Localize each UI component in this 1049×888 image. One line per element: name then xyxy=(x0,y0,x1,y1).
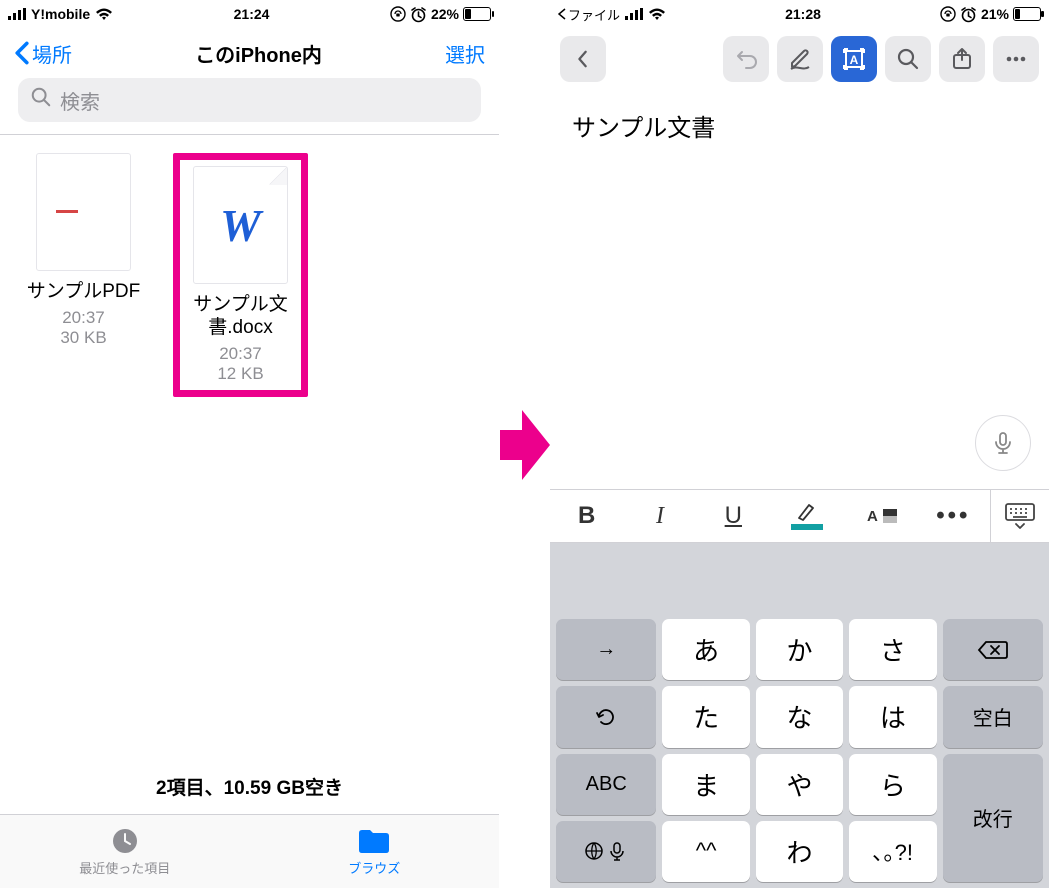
battery-icon xyxy=(1013,7,1041,21)
bold-button[interactable]: B xyxy=(550,490,623,542)
file-name: サンプルPDF xyxy=(27,281,140,304)
file-time: 20:37 xyxy=(219,344,262,364)
dictation-button[interactable] xyxy=(975,415,1031,471)
back-label: 場所 xyxy=(32,39,72,68)
key-caret[interactable]: ^^ xyxy=(662,821,749,882)
pdf-thumbnail-icon xyxy=(36,153,131,271)
tab-label: ブラウズ xyxy=(348,858,400,877)
tab-recent[interactable]: 最近使った項目 xyxy=(0,815,250,888)
page-title: このiPhone内 xyxy=(195,39,322,68)
document-text: サンプル文書 xyxy=(572,108,1027,143)
battery-icon xyxy=(463,7,491,21)
nav-header: 場所 このiPhone内 選択 xyxy=(0,28,499,78)
key-ka[interactable]: か xyxy=(756,619,843,680)
files-app-screen: Y!mobile 21:24 22% 場所 このiPhone内 選択 xyxy=(0,0,499,888)
file-size: 12 KB xyxy=(217,364,263,384)
file-size: 30 KB xyxy=(60,328,106,348)
search-icon xyxy=(30,86,52,114)
key-punct[interactable]: ､｡?! xyxy=(849,821,936,882)
select-button[interactable]: 選択 xyxy=(445,39,485,68)
format-more-button[interactable]: ••• xyxy=(917,490,990,542)
status-bar: Y!mobile 21:24 22% xyxy=(0,0,499,28)
svg-text:A: A xyxy=(850,53,859,67)
key-ha[interactable]: は xyxy=(849,686,936,747)
status-bar: ファイル 21:28 21% xyxy=(550,0,1049,28)
back-app-label: ファイル xyxy=(568,5,620,24)
italic-button[interactable]: I xyxy=(623,490,696,542)
storage-status: 2項目、10.59 GB空き xyxy=(0,759,499,814)
carrier-label: Y!mobile xyxy=(31,6,90,22)
rotation-lock-icon xyxy=(940,6,956,22)
search-placeholder: 検索 xyxy=(60,86,100,115)
key-ta[interactable]: た xyxy=(662,686,749,747)
tab-browse[interactable]: ブラウズ xyxy=(250,815,500,888)
alarm-icon xyxy=(410,6,427,23)
key-ra[interactable]: ら xyxy=(849,754,936,815)
underline-button[interactable]: U xyxy=(697,490,770,542)
layout-button[interactable]: A xyxy=(831,36,877,82)
key-a[interactable]: あ xyxy=(662,619,749,680)
font-color-icon: A xyxy=(862,506,880,526)
key-backspace[interactable] xyxy=(943,619,1043,680)
key-globe-mic[interactable] xyxy=(556,821,656,882)
search-input[interactable]: 検索 xyxy=(18,78,481,122)
file-name: サンプル文書.docx xyxy=(184,294,297,340)
battery-percent: 21% xyxy=(981,6,1009,22)
key-sa[interactable]: さ xyxy=(849,619,936,680)
key-ya[interactable]: や xyxy=(756,754,843,815)
file-time: 20:37 xyxy=(62,308,105,328)
key-ma[interactable]: ま xyxy=(662,754,749,815)
status-time: 21:24 xyxy=(234,6,270,22)
wifi-icon xyxy=(648,7,666,21)
highlighter-icon xyxy=(795,502,819,522)
tab-bar: 最近使った項目 ブラウズ xyxy=(0,814,499,888)
key-na[interactable]: な xyxy=(756,686,843,747)
back-to-app-button[interactable]: ファイル xyxy=(558,5,620,24)
hide-keyboard-button[interactable] xyxy=(991,490,1049,542)
rotation-lock-icon xyxy=(390,6,406,22)
keyboard-icon xyxy=(1004,502,1036,530)
share-button[interactable] xyxy=(939,36,985,82)
document-canvas[interactable]: サンプル文書 xyxy=(550,90,1049,489)
svg-text:A: A xyxy=(867,508,878,525)
battery-percent: 22% xyxy=(431,6,459,22)
key-wa[interactable]: わ xyxy=(756,821,843,882)
file-item-pdf[interactable]: サンプルPDF 20:37 30 KB xyxy=(16,153,151,397)
font-color-button[interactable]: A xyxy=(843,490,916,542)
undo-button[interactable] xyxy=(723,36,769,82)
wifi-icon xyxy=(95,7,113,21)
arrow-right-icon xyxy=(500,410,550,485)
status-time: 21:28 xyxy=(785,6,821,22)
word-editor-screen: ファイル 21:28 21% xyxy=(550,0,1049,888)
key-return[interactable]: 改行 xyxy=(943,754,1043,883)
alarm-icon xyxy=(960,6,977,23)
file-item-docx[interactable]: W サンプル文書.docx 20:37 12 KB xyxy=(173,153,308,397)
search-button[interactable] xyxy=(885,36,931,82)
back-button[interactable] xyxy=(560,36,606,82)
globe-mic-icon xyxy=(584,840,628,862)
key-space[interactable]: 空白 xyxy=(943,686,1043,747)
editor-toolbar: A xyxy=(550,28,1049,90)
more-button[interactable] xyxy=(993,36,1039,82)
format-bar: B I U A ••• xyxy=(550,489,1049,543)
signal-icon xyxy=(625,8,643,20)
draw-button[interactable] xyxy=(777,36,823,82)
clock-icon xyxy=(108,826,142,856)
highlight-button[interactable] xyxy=(770,490,843,542)
keyboard: → あ か さ た な は 空白 ABC ま や xyxy=(550,543,1049,888)
folder-icon xyxy=(357,826,391,856)
backspace-icon xyxy=(977,638,1009,662)
undo-icon xyxy=(594,705,618,729)
word-thumbnail-icon: W xyxy=(193,166,288,284)
back-button[interactable]: 場所 xyxy=(14,39,72,68)
key-arrow[interactable]: → xyxy=(556,619,656,680)
signal-icon xyxy=(8,8,26,20)
key-undo[interactable] xyxy=(556,686,656,747)
key-abc[interactable]: ABC xyxy=(556,754,656,815)
tab-label: 最近使った項目 xyxy=(79,858,170,877)
